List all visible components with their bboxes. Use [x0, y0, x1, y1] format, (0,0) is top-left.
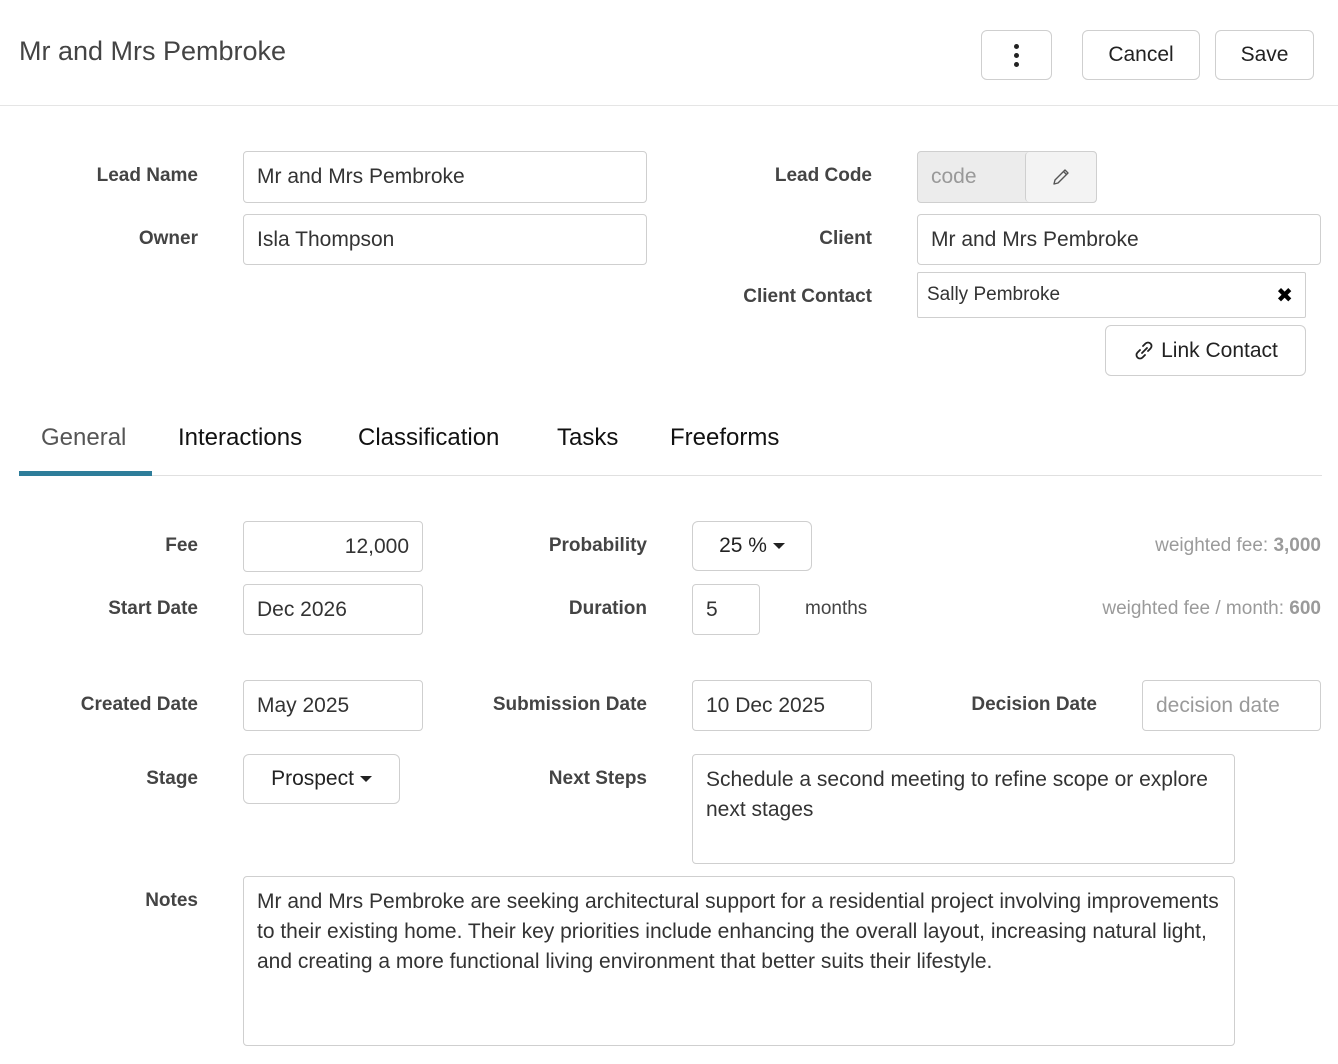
active-tab-indicator: [19, 471, 152, 476]
page-title: Mr and Mrs Pembroke: [19, 36, 287, 66]
owner-label: Owner: [138, 228, 198, 249]
next-steps-textarea[interactable]: Schedule a second meeting to refine scop…: [692, 754, 1235, 864]
weighted-fee-label: weighted fee:: [1155, 535, 1269, 556]
notes-label: Notes: [145, 890, 198, 911]
decision-date-label: Decision Date: [971, 694, 1097, 715]
fee-label: Fee: [165, 535, 198, 556]
notes-textarea[interactable]: Mr and Mrs Pembroke are seeking architec…: [243, 876, 1235, 1046]
submission-date-input[interactable]: 10 Dec 2025: [692, 680, 872, 731]
created-date-input[interactable]: May 2025: [243, 680, 423, 731]
tab-bar: General Interactions Classification Task…: [19, 404, 1322, 476]
caret-down-icon: [359, 776, 372, 782]
page-header: Mr and Mrs Pembroke Cancel Save: [0, 0, 1338, 106]
weighted-fee-value: 3,000: [1273, 535, 1321, 556]
weighted-fee-month-label: weighted fee / month:: [1102, 598, 1285, 619]
close-icon[interactable]: ✖: [1276, 283, 1293, 308]
start-date-input[interactable]: Dec 2026: [243, 584, 423, 635]
lead-name-input[interactable]: Mr and Mrs Pembroke: [243, 151, 647, 203]
save-button[interactable]: Save: [1215, 30, 1314, 80]
fee-input[interactable]: 12,000: [243, 521, 423, 572]
probability-value: 25 %: [719, 534, 767, 557]
kebab-icon: [1014, 43, 1019, 67]
weighted-fee-summary: weighted fee: 3,000: [1000, 535, 1321, 557]
client-input[interactable]: Mr and Mrs Pembroke: [917, 214, 1321, 265]
duration-input[interactable]: 5: [692, 584, 760, 635]
cancel-button[interactable]: Cancel: [1082, 30, 1200, 80]
client-contact-label: Client Contact: [743, 286, 872, 307]
tab-tasks[interactable]: Tasks: [557, 424, 618, 452]
lead-code-input[interactable]: code: [931, 165, 977, 189]
lead-name-label: Lead Name: [96, 165, 198, 186]
client-contact-select[interactable]: Sally Pembroke ✖: [917, 272, 1306, 318]
owner-input[interactable]: Isla Thompson: [243, 214, 647, 265]
stage-dropdown[interactable]: Prospect: [243, 754, 400, 804]
duration-unit: months: [805, 598, 868, 619]
tab-freeforms[interactable]: Freeforms: [670, 424, 779, 452]
decision-date-input[interactable]: decision date: [1142, 680, 1321, 731]
weighted-fee-month-value: 600: [1289, 598, 1321, 619]
client-contact-value: Sally Pembroke: [927, 284, 1061, 305]
next-steps-label: Next Steps: [548, 768, 647, 789]
client-label: Client: [819, 228, 872, 249]
stage-value: Prospect: [271, 767, 354, 790]
probability-dropdown[interactable]: 25 %: [692, 521, 812, 571]
start-date-label: Start Date: [108, 598, 198, 619]
edit-lead-code-button[interactable]: [1025, 152, 1096, 202]
caret-down-icon: [772, 543, 785, 549]
link-contact-label: Link Contact: [1161, 338, 1278, 362]
created-date-label: Created Date: [80, 694, 198, 715]
tab-classification[interactable]: Classification: [358, 424, 499, 452]
more-actions-button[interactable]: [981, 30, 1052, 80]
tab-interactions[interactable]: Interactions: [178, 424, 302, 452]
probability-label: Probability: [548, 535, 647, 556]
tab-general[interactable]: General: [41, 424, 126, 452]
stage-label: Stage: [146, 768, 198, 789]
duration-label: Duration: [568, 598, 647, 619]
pencil-icon: [1053, 169, 1069, 185]
link-icon: [1135, 341, 1153, 359]
lead-code-label: Lead Code: [774, 165, 872, 186]
submission-date-label: Submission Date: [492, 694, 647, 715]
link-contact-button[interactable]: Link Contact: [1105, 325, 1306, 376]
weighted-fee-month-summary: weighted fee / month: 600: [1000, 598, 1321, 620]
decision-date-placeholder: decision date: [1156, 693, 1280, 717]
lead-code-field: code: [917, 151, 1097, 203]
